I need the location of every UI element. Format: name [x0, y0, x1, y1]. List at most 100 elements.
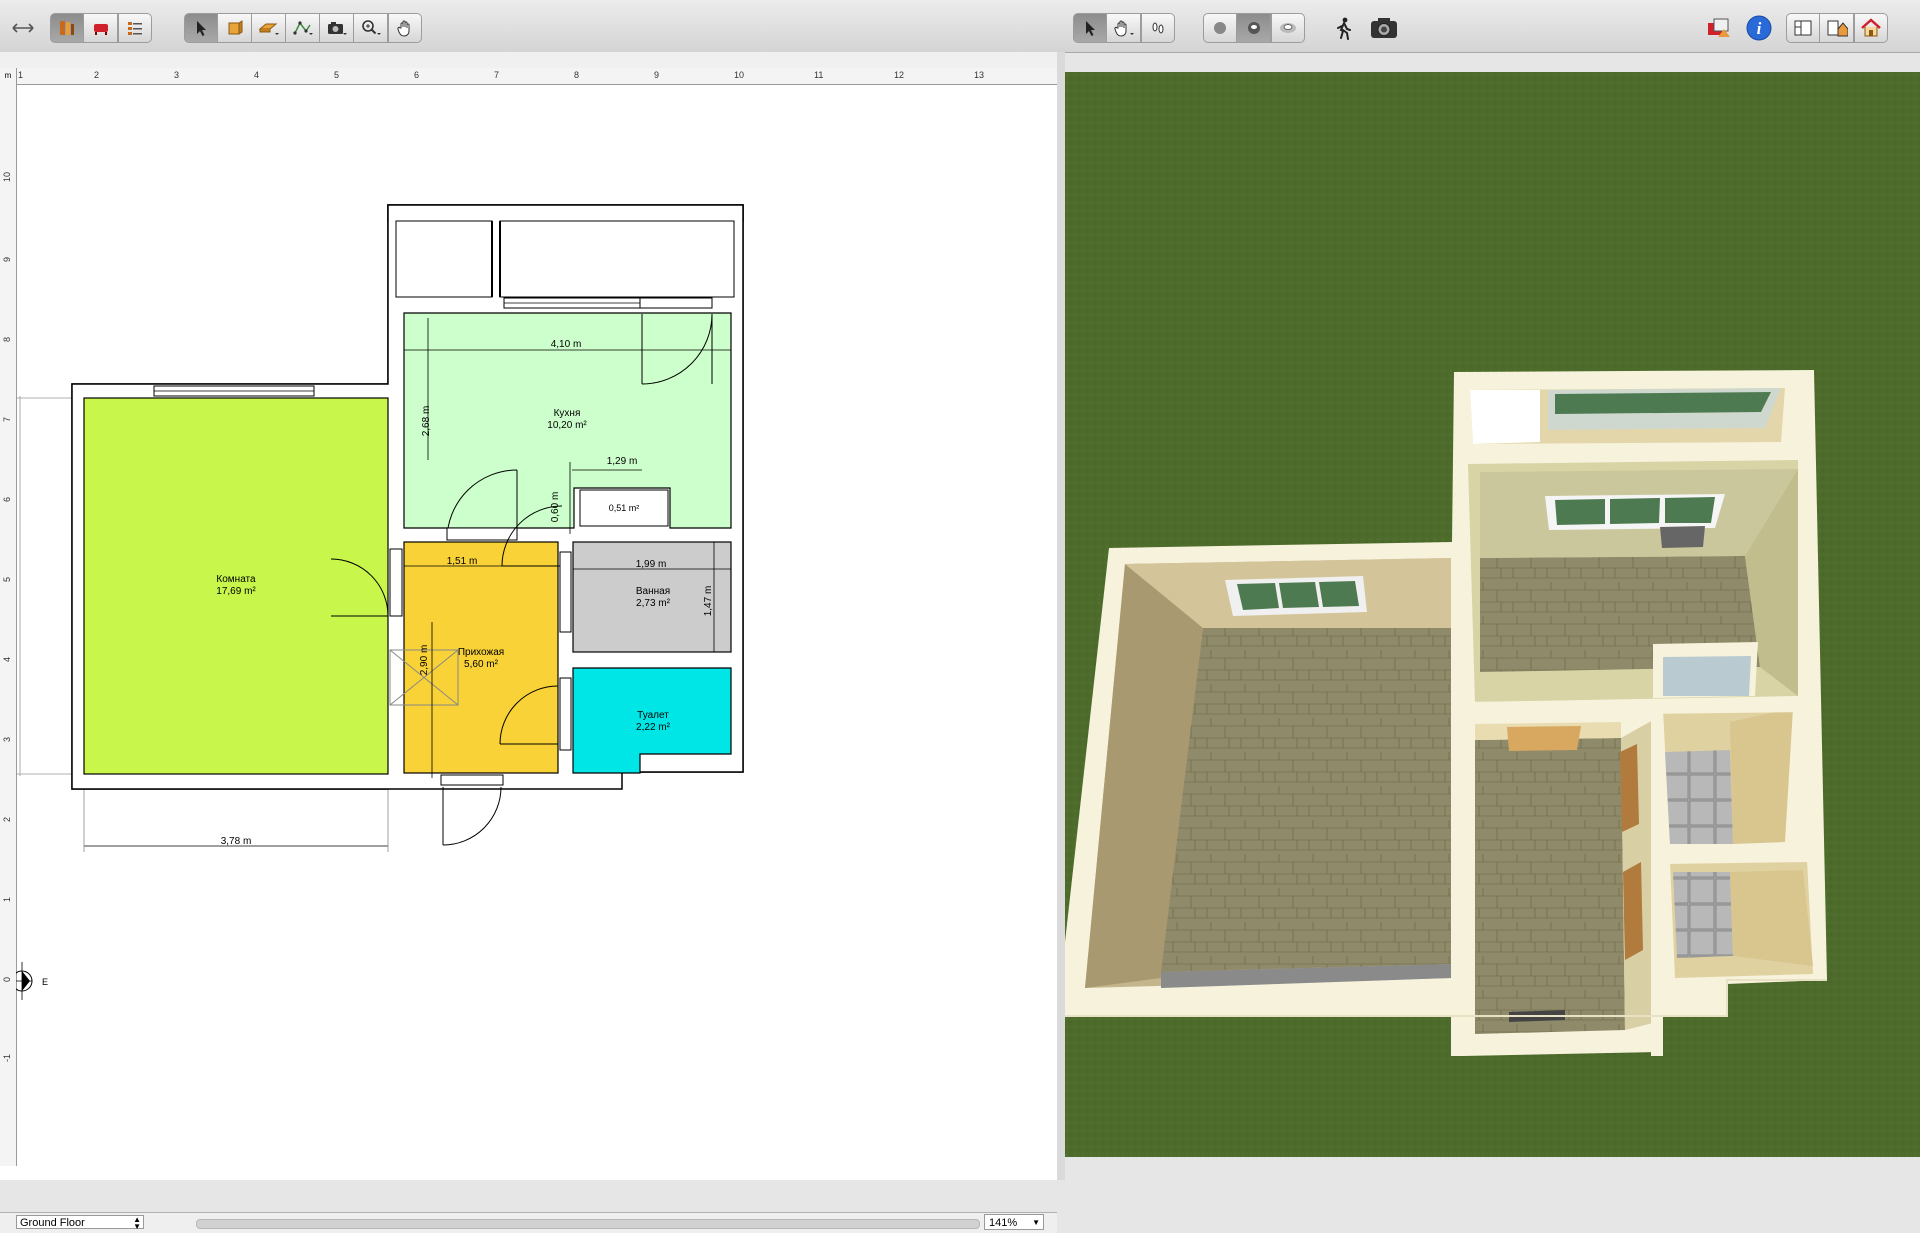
pan-button[interactable]: [388, 13, 422, 43]
toggle-panels-icon[interactable]: [6, 12, 40, 44]
camera-button[interactable]: [320, 13, 354, 43]
light-1-button[interactable]: [1203, 13, 1237, 43]
polyline-icon: [292, 21, 313, 35]
plan-status-bar: Ground Floor ▲ ▼ 141% ▼: [0, 1212, 1057, 1233]
dimension-label: 2,90 m: [419, 645, 430, 676]
catalog-icon: [60, 21, 74, 35]
level-value: Ground Floor: [20, 1217, 85, 1229]
level-select[interactable]: Ground Floor ▲ ▼: [16, 1215, 144, 1231]
ruler-tick-label: -1: [2, 1053, 12, 1062]
room-area: 0,51 m²: [609, 503, 640, 513]
list-button[interactable]: [118, 13, 152, 43]
layout-2-icon: [1827, 20, 1848, 37]
compass-icon[interactable]: E: [16, 962, 48, 1000]
create-walls-icon: [228, 20, 242, 35]
ruler-tick-label: 8: [574, 70, 580, 80]
ruler-tick-label: 5: [334, 70, 340, 80]
room-label: Кухня: [554, 408, 581, 419]
furniture-button[interactable]: [84, 13, 118, 43]
ruler-left[interactable]: 10 9 8 7 6 5 4 3 2 1 0 -1: [0, 84, 17, 1166]
room-label: Ванная: [636, 586, 670, 597]
room-area: 17,69 m²: [216, 586, 256, 597]
pane-splitter[interactable]: [1057, 52, 1065, 1180]
ruler-tick-label: 4: [2, 656, 12, 662]
ruler-tick-label: 12: [894, 70, 905, 80]
chevron-down-icon: ▼: [1032, 1218, 1040, 1227]
ruler-tick-label: 6: [414, 70, 420, 80]
ruler-tick-label: 9: [654, 70, 660, 80]
ruler-tick-label: 2: [94, 70, 100, 80]
ruler-tick-label: 1: [2, 896, 12, 902]
light-3-icon: [1280, 23, 1296, 33]
dimension-label: 1,47 m: [703, 586, 714, 617]
ruler-tick-label: 10: [2, 171, 12, 182]
ruler-tick-label: 3: [174, 70, 180, 80]
ruler-tick-label: 2: [2, 816, 12, 822]
zoom-value: 141%: [989, 1217, 1018, 1229]
ruler-tick-label: 10: [734, 70, 745, 80]
ruler-tick-label: 13: [974, 70, 985, 80]
3d-view[interactable]: [1065, 72, 1920, 1157]
floor-plan[interactable]: Комната 17,69 m² Кухня 10,20 m² Прихожая…: [16, 84, 1056, 1160]
horizontal-scrollbar[interactable]: [196, 1219, 980, 1229]
zoom-select[interactable]: 141% ▼: [984, 1214, 1044, 1230]
dimension-label: 3,78 m: [221, 836, 252, 847]
layout-2-button[interactable]: [1820, 13, 1854, 43]
ruler-tick-label: 0: [2, 976, 12, 982]
room-label: Туалет: [637, 710, 669, 721]
ruler-top[interactable]: 1 2 3 4 5 6 7 8 9 10 11 12 13: [0, 68, 1057, 85]
furniture-catalog-icon[interactable]: [1702, 12, 1736, 44]
ruler-tick-label: 3: [2, 736, 12, 742]
select-icon: [1086, 21, 1095, 36]
room-label: Прихожая: [458, 647, 504, 658]
light-3-button[interactable]: [1271, 13, 1305, 43]
ruler-tick-label: 11: [814, 70, 824, 80]
dimension-label: 0,60 m: [550, 492, 561, 523]
create-walls-button[interactable]: [218, 13, 252, 43]
3d-render: [1065, 72, 1920, 1157]
room-area: 2,73 m²: [636, 598, 671, 609]
camera-icon: [327, 22, 347, 35]
pan-icon: [397, 20, 410, 37]
room-area: 10,20 m²: [547, 420, 587, 431]
ruler-tick-label: 9: [2, 256, 12, 262]
walk-icon[interactable]: [1327, 12, 1361, 44]
window[interactable]: [639, 297, 713, 309]
view-select-button[interactable]: [1073, 13, 1107, 43]
view-footprint-button[interactable]: [1141, 13, 1175, 43]
room-area: 2,22 m²: [636, 722, 671, 733]
create-rooms-button[interactable]: [252, 13, 286, 43]
room-label: Комната: [216, 574, 256, 585]
ruler-tick-label: 6: [2, 496, 12, 502]
ruler-unit: m: [0, 68, 17, 85]
ruler-tick-label: 8: [2, 336, 12, 342]
dimension-label: 2,68 m: [421, 406, 432, 437]
create-rooms-icon: [258, 23, 279, 35]
polyline-button[interactable]: [286, 13, 320, 43]
compass-label: E: [42, 977, 48, 987]
view-pan-button[interactable]: [1107, 13, 1141, 43]
room-area: 5,60 m²: [464, 659, 499, 670]
furniture-icon: [93, 24, 108, 35]
pan-icon: [1113, 20, 1134, 37]
photo-icon[interactable]: [1367, 12, 1401, 44]
select-arrows-icon: ▲ ▼: [133, 1215, 141, 1231]
zoom-button[interactable]: [354, 13, 388, 43]
info-icon[interactable]: i: [1742, 12, 1776, 44]
light-2-button[interactable]: [1237, 13, 1271, 43]
list-icon: [128, 22, 142, 35]
dimension-label: 1,51 m: [447, 556, 478, 567]
layout-1-button[interactable]: [1786, 13, 1820, 43]
plan-view[interactable]: 1 2 3 4 5 6 7 8 9 10 11 12 13 m 10 9 8 7…: [0, 52, 1058, 1233]
light-2-icon: [1247, 22, 1260, 34]
catalog-button[interactable]: [50, 13, 84, 43]
plan-header: [0, 52, 1057, 69]
zoom-icon: [361, 20, 381, 35]
select-button[interactable]: [184, 13, 218, 43]
ruler-tick-label: 1: [18, 70, 24, 80]
ruler-tick-label: 4: [254, 70, 260, 80]
dimension-label: 1,29 m: [607, 456, 638, 467]
home-button[interactable]: [1854, 13, 1888, 43]
main-toolbar: i: [0, 0, 1920, 53]
light-1-icon: [1214, 22, 1226, 34]
